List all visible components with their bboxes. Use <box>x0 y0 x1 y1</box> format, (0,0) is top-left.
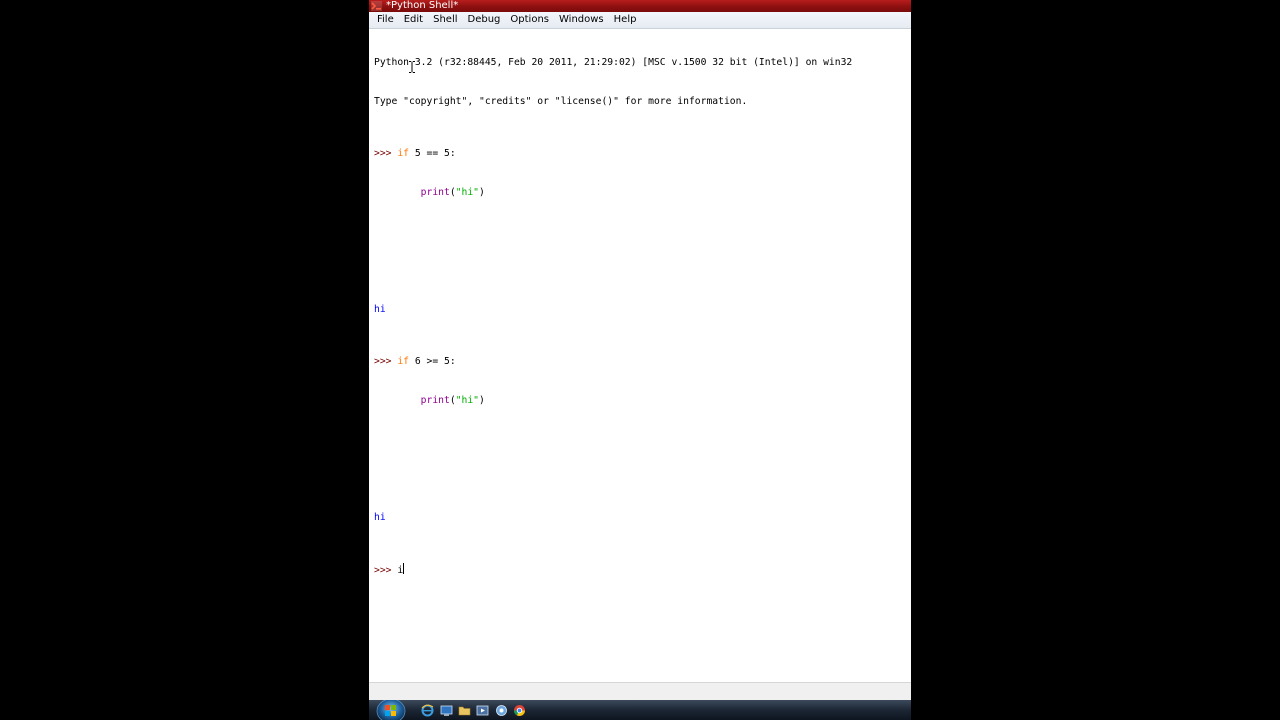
banner-line-1: Python 3.2 (r32:88445, Feb 20 2011, 21:2… <box>374 57 853 68</box>
input-line: >>> if 6 >= 5: <box>374 355 852 368</box>
current-input-line[interactable]: >>> i <box>374 563 852 576</box>
python-shell-window: *Python Shell* File Edit Shell Debug Opt… <box>369 0 911 700</box>
input-line: print("hi") <box>374 186 852 199</box>
condition: 6 >= 5: <box>409 356 456 367</box>
builtin-print: print <box>420 187 450 198</box>
status-bar <box>369 682 911 700</box>
string-literal: "hi" <box>455 187 480 198</box>
input-line: print("hi") <box>374 394 852 407</box>
banner-line-2: Type "copyright", "credits" or "license(… <box>374 96 748 107</box>
paren-close: ) <box>479 395 485 406</box>
paren-close: ) <box>479 187 485 198</box>
menu-options[interactable]: Options <box>505 12 554 28</box>
windows-taskbar <box>369 700 911 720</box>
menu-bar: File Edit Shell Debug Options Windows He… <box>369 12 911 29</box>
menu-debug[interactable]: Debug <box>463 12 506 28</box>
shell-output: Python 3.2 (r32:88445, Feb 20 2011, 21:2… <box>374 30 852 602</box>
desktop-icon[interactable] <box>440 704 453 717</box>
mouse-ibeam-cursor-icon <box>409 61 415 73</box>
keyword-if: if <box>397 148 410 159</box>
menu-windows[interactable]: Windows <box>554 12 609 28</box>
condition: 5 == 5: <box>409 148 456 159</box>
menu-edit[interactable]: Edit <box>399 12 428 28</box>
chrome-icon[interactable] <box>513 704 526 717</box>
string-literal: "hi" <box>455 395 480 406</box>
menu-help[interactable]: Help <box>609 12 642 28</box>
output-line: hi <box>374 512 386 523</box>
explorer-folder-icon[interactable] <box>458 704 471 717</box>
input-line: >>> if 5 == 5: <box>374 147 852 160</box>
menu-file[interactable]: File <box>372 12 399 28</box>
keyword-if: if <box>397 356 410 367</box>
shell-prompt: >>> <box>374 148 398 159</box>
internet-explorer-icon[interactable] <box>421 704 434 717</box>
text-caret <box>403 563 405 574</box>
title-bar[interactable]: *Python Shell* <box>369 0 911 12</box>
window-title: *Python Shell* <box>386 0 459 11</box>
menu-shell[interactable]: Shell <box>428 12 462 28</box>
windows-start-orb-icon[interactable] <box>375 700 407 720</box>
builtin-print: print <box>420 395 450 406</box>
output-line: hi <box>374 304 386 315</box>
shell-prompt: >>> <box>374 356 398 367</box>
shell-prompt: >>> <box>374 565 398 576</box>
media-player-icon[interactable] <box>476 704 489 717</box>
network-icon[interactable] <box>495 704 508 717</box>
python-idle-icon <box>371 1 382 11</box>
shell-text-area[interactable]: Python 3.2 (r32:88445, Feb 20 2011, 21:2… <box>369 29 911 682</box>
